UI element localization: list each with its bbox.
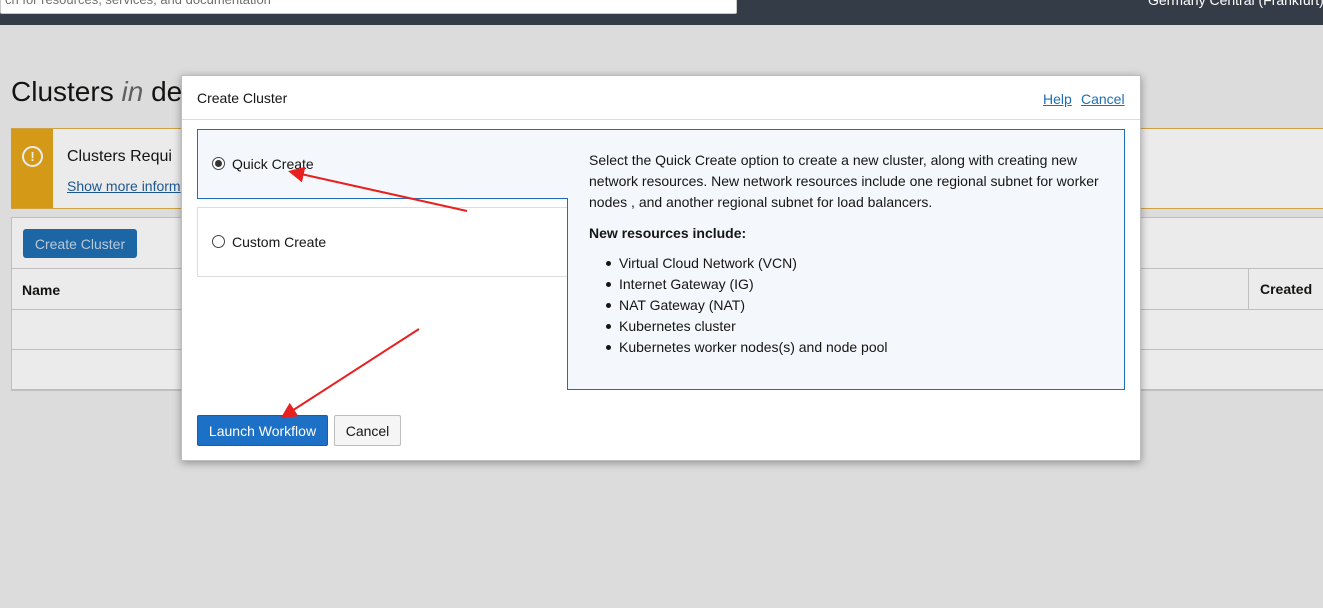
custom-create-label: Custom Create bbox=[232, 234, 327, 250]
description-text: Select the Quick Create option to create… bbox=[589, 152, 1099, 210]
list-item: Virtual Cloud Network (VCN) bbox=[589, 253, 1104, 274]
region-selector[interactable]: Germany Central (Frankfurt) bbox=[1148, 0, 1323, 10]
resources-list: Virtual Cloud Network (VCN) Internet Gat… bbox=[589, 253, 1104, 358]
help-link[interactable]: Help bbox=[1043, 91, 1072, 107]
top-navigation-bar: ch for resources, services, and document… bbox=[0, 0, 1323, 25]
dialog-title: Create Cluster bbox=[197, 90, 288, 106]
quick-create-label: Quick Create bbox=[232, 156, 314, 172]
resources-heading: New resources include: bbox=[589, 225, 747, 241]
dialog-header: Create Cluster Help Cancel bbox=[182, 76, 1140, 120]
list-item: NAT Gateway (NAT) bbox=[589, 295, 1104, 316]
option-custom-create[interactable]: Custom Create bbox=[197, 207, 569, 277]
list-item: Internet Gateway (IG) bbox=[589, 274, 1104, 295]
create-cluster-dialog: Create Cluster Help Cancel Quick Create … bbox=[181, 75, 1141, 461]
quick-create-radio[interactable] bbox=[212, 157, 225, 170]
cancel-link[interactable]: Cancel bbox=[1081, 91, 1125, 107]
list-item: Kubernetes cluster bbox=[589, 316, 1104, 337]
cancel-button[interactable]: Cancel bbox=[334, 415, 401, 446]
launch-workflow-button[interactable]: Launch Workflow bbox=[197, 415, 328, 446]
selection-connector bbox=[567, 130, 569, 198]
option-description-panel: Select the Quick Create option to create… bbox=[567, 129, 1125, 390]
custom-create-radio[interactable] bbox=[212, 235, 225, 248]
option-quick-create[interactable]: Quick Create bbox=[197, 129, 569, 199]
search-input[interactable]: ch for resources, services, and document… bbox=[0, 0, 737, 14]
list-item: Kubernetes worker nodes(s) and node pool bbox=[589, 337, 1104, 358]
